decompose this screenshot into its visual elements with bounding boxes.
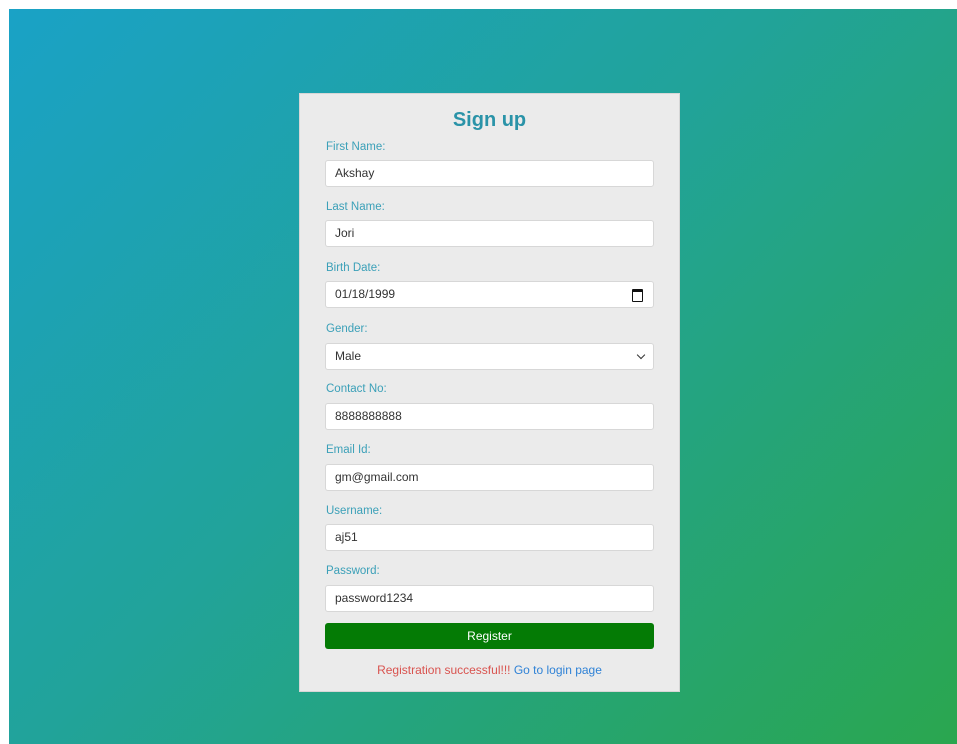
last-name-label: Last Name: <box>326 201 385 213</box>
last-name-input[interactable]: Jori <box>325 220 654 247</box>
register-button[interactable]: Register <box>325 623 654 649</box>
first-name-value: Akshay <box>335 166 375 180</box>
contact-value: 8888888888 <box>335 409 402 423</box>
first-name-label: First Name: <box>326 141 386 153</box>
contact-input[interactable]: 8888888888 <box>325 403 654 430</box>
birth-date-value: 01/18/1999 <box>335 287 396 301</box>
password-label: Password: <box>326 565 380 577</box>
birth-date-input[interactable]: 01/18/1999 <box>325 281 654 308</box>
last-name-value: Jori <box>335 226 355 240</box>
username-input[interactable]: aj51 <box>325 524 654 551</box>
gender-value: Male <box>335 349 362 363</box>
username-value: aj51 <box>335 530 358 544</box>
login-link[interactable]: Go to login page <box>514 663 602 677</box>
chevron-down-icon <box>636 350 646 360</box>
contact-label: Contact No: <box>326 383 387 395</box>
status-line: Registration successful!!! Go to login p… <box>300 663 679 677</box>
birth-date-label: Birth Date: <box>326 262 381 274</box>
calendar-icon[interactable] <box>632 289 643 302</box>
password-input[interactable]: password1234 <box>325 585 654 612</box>
success-message: Registration successful!!! <box>377 663 511 677</box>
first-name-input[interactable]: Akshay <box>325 160 654 187</box>
gender-label: Gender: <box>326 323 368 335</box>
password-value: password1234 <box>335 591 414 605</box>
gender-select[interactable]: Male <box>325 343 654 370</box>
signup-card: Sign up First Name: Akshay Last Name: Jo… <box>299 93 680 692</box>
email-input[interactable]: gm@gmail.com <box>325 464 654 491</box>
username-label: Username: <box>326 505 383 517</box>
email-value: gm@gmail.com <box>335 470 419 484</box>
email-label: Email Id: <box>326 444 371 456</box>
page-title: Sign up <box>452 109 527 131</box>
